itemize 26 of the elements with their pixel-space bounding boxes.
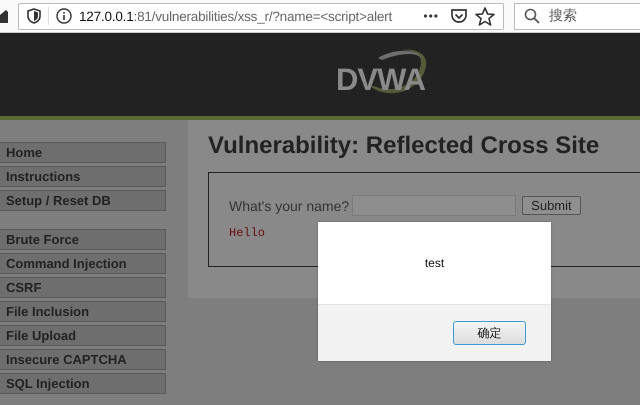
- dvwa-logo: DVWA: [330, 44, 430, 104]
- sidebar-menu-item[interactable]: CSRF: [0, 277, 166, 298]
- pocket-icon[interactable]: [450, 8, 468, 24]
- name-label: What's your name?: [229, 198, 350, 214]
- search-icon: [524, 8, 540, 24]
- sidebar-menu-item[interactable]: File Inclusion: [0, 301, 166, 322]
- sidebar-menu-item[interactable]: Home: [0, 142, 166, 163]
- output-text: Hello: [229, 226, 266, 240]
- sidebar-menu-item[interactable]: SQL Injection: [0, 373, 166, 394]
- sidebar-menu-item[interactable]: Command Injection: [0, 253, 166, 274]
- sidebar-menu-item[interactable]: Setup / Reset DB: [0, 190, 166, 211]
- sidebar-menu-item[interactable]: File Upload: [0, 325, 166, 346]
- ok-button[interactable]: 确定: [453, 321, 526, 345]
- sidebar-menu-item[interactable]: Insecure CAPTCHA: [0, 349, 166, 370]
- sidebar-menu-item[interactable]: Instructions: [0, 166, 166, 187]
- page-title: Vulnerability: Reflected Cross Site: [208, 132, 600, 160]
- shield-icon[interactable]: [27, 8, 41, 24]
- alert-message: test: [424, 256, 444, 270]
- sidebar-menu-item[interactable]: Brute Force: [0, 229, 166, 250]
- submit-button[interactable]: Submit: [522, 196, 581, 215]
- page-actions-button[interactable]: •••: [419, 9, 443, 23]
- info-icon[interactable]: [56, 8, 72, 24]
- address-bar[interactable]: 127.0.0.1:81/vulnerabilities/xss_r/?name=<script>alert •••: [18, 2, 504, 30]
- url-text: 127.0.0.1:81/vulnerabilities/xss_r/?name=<script>alert: [79, 8, 394, 24]
- star-icon[interactable]: [475, 6, 495, 26]
- search-field[interactable]: 搜索: [514, 2, 640, 30]
